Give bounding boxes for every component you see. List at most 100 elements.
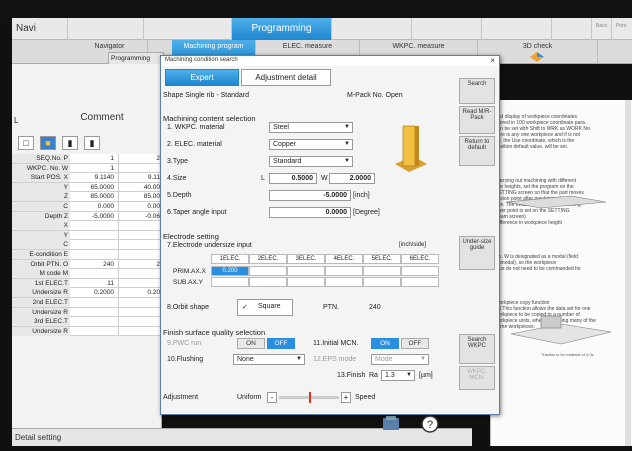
table-row[interactable]: M code M bbox=[12, 269, 162, 279]
row-value-2[interactable] bbox=[118, 230, 162, 240]
table-row[interactable]: Depth Z -5.0000 -0.06 bbox=[12, 211, 162, 222]
undersize-guide-button[interactable]: Under-size guide bbox=[459, 236, 495, 270]
row-value-2[interactable] bbox=[118, 269, 162, 279]
row-value-2[interactable]: 2 bbox=[118, 259, 162, 269]
search-wkpc-button[interactable]: Search WKPC bbox=[459, 334, 495, 364]
machine-icon[interactable] bbox=[380, 414, 402, 434]
tab-blank-2[interactable] bbox=[144, 18, 232, 40]
prim-undersize-cell[interactable] bbox=[325, 266, 363, 276]
table-row[interactable]: SEQ.No. P12 bbox=[12, 154, 162, 164]
orbit-shape-button[interactable]: ✓ Square bbox=[237, 299, 293, 316]
table-row[interactable]: C 0.000 0.00 bbox=[12, 202, 162, 212]
tab-blank-4[interactable] bbox=[412, 18, 482, 40]
return-to-default-button[interactable]: Return to default bbox=[459, 136, 495, 166]
table-row[interactable]: E-condition E bbox=[12, 250, 162, 260]
wkpc-material-select[interactable]: Steel ▼ bbox=[269, 122, 353, 133]
row-value-1[interactable]: 11 bbox=[72, 279, 116, 288]
sub-undersize-cell[interactable] bbox=[211, 277, 249, 287]
table-row[interactable]: Undersize R 0.2000 0.20 bbox=[12, 288, 162, 298]
adjust-minus-button[interactable]: - bbox=[267, 392, 277, 403]
tab-blank-1[interactable] bbox=[68, 18, 144, 40]
table-row[interactable]: 3rd ELEC.T bbox=[12, 317, 162, 327]
tab-programming[interactable]: Programming bbox=[232, 18, 332, 40]
sub-undersize-cell[interactable] bbox=[363, 277, 401, 287]
depth-field[interactable]: -5.0000 bbox=[269, 190, 351, 201]
row-value-2[interactable] bbox=[118, 317, 162, 327]
initial-off-toggle[interactable]: OFF bbox=[401, 338, 429, 349]
row-value-1[interactable]: 1 bbox=[72, 154, 116, 163]
tab-navi[interactable]: Navi bbox=[12, 18, 68, 40]
sub-undersize-cell[interactable] bbox=[325, 277, 363, 287]
sub-undersize-cell[interactable] bbox=[287, 277, 325, 287]
eps-mode-select[interactable]: Mode ▼ bbox=[371, 354, 429, 365]
row-value-1[interactable]: 0.000 bbox=[72, 202, 116, 211]
prim-undersize-cell[interactable] bbox=[401, 266, 439, 276]
row-value-2[interactable] bbox=[118, 307, 162, 317]
row-value-1[interactable]: 65.0000 bbox=[72, 183, 116, 192]
row-value-2[interactable] bbox=[118, 250, 162, 259]
read-mr-pack-button[interactable]: Read M/R-Pack bbox=[459, 106, 495, 134]
row-value-2[interactable] bbox=[118, 326, 162, 336]
row-value-2[interactable]: 85.00 bbox=[118, 192, 162, 202]
tab-blank-3[interactable] bbox=[332, 18, 412, 40]
row-value-2[interactable]: 9.11 bbox=[118, 173, 162, 183]
table-row[interactable]: Y 65.0000 40.00 bbox=[12, 182, 162, 193]
taper-field[interactable]: 0.0000 bbox=[269, 207, 351, 218]
ra-select[interactable]: 1.3 ▼ bbox=[381, 370, 415, 381]
row-value-2[interactable]: 40.00 bbox=[118, 182, 162, 192]
table-row[interactable]: Orbit PTN. O 240 2 bbox=[12, 259, 162, 270]
table-row[interactable]: C bbox=[12, 240, 162, 250]
row-value-1[interactable]: 85.0000 bbox=[72, 192, 116, 201]
flushing-select[interactable]: None ▼ bbox=[233, 354, 305, 365]
row-value-2[interactable]: 2 bbox=[118, 154, 162, 163]
size-w-field[interactable]: 2.0000 bbox=[329, 173, 375, 184]
help-icon[interactable]: ? bbox=[420, 414, 440, 434]
search-button[interactable]: Search bbox=[459, 78, 495, 104]
type-select[interactable]: Standard ▼ bbox=[269, 156, 353, 167]
row-value-2[interactable]: -0.06 bbox=[118, 211, 162, 221]
adjust-slider-thumb[interactable] bbox=[309, 392, 311, 403]
row-value-2[interactable] bbox=[118, 298, 162, 307]
table-row[interactable]: X bbox=[12, 221, 162, 231]
tab-adjustment-detail[interactable]: Adjustment detail bbox=[241, 69, 331, 86]
doc-scrollbar[interactable] bbox=[625, 100, 631, 446]
tab-expert[interactable]: Expert bbox=[165, 69, 239, 86]
prim-undersize-cell[interactable] bbox=[363, 266, 401, 276]
table-row[interactable]: 2nd ELEC.T bbox=[12, 298, 162, 308]
row-value-1[interactable]: 1 bbox=[72, 164, 116, 173]
close-icon[interactable]: × bbox=[490, 56, 495, 65]
size-l-field[interactable]: 0.5000 bbox=[269, 173, 317, 184]
tab-print[interactable]: Print bbox=[612, 18, 632, 40]
row-value-1[interactable]: -5.0000 bbox=[72, 212, 116, 221]
wkpc-mcn-button[interactable]: WKPC. MCN. bbox=[459, 366, 495, 390]
row-value-2[interactable] bbox=[118, 221, 162, 231]
sub-undersize-cell[interactable] bbox=[401, 277, 439, 287]
elec-material-select[interactable]: Copper ▼ bbox=[269, 139, 353, 150]
row-value-1[interactable]: 0.2000 bbox=[72, 288, 116, 297]
row-value-2[interactable]: 0.20 bbox=[118, 288, 162, 298]
row-value-2[interactable]: 0.00 bbox=[118, 202, 162, 211]
adjust-plus-button[interactable]: + bbox=[341, 392, 351, 403]
prim-undersize-cell[interactable] bbox=[249, 266, 287, 276]
table-row[interactable]: Z 85.0000 85.00 bbox=[12, 192, 162, 202]
initial-on-toggle[interactable]: ON bbox=[371, 338, 399, 349]
row-value-1[interactable]: 240 bbox=[72, 260, 116, 269]
row-value-2[interactable] bbox=[118, 240, 162, 250]
pwc-off-toggle[interactable]: OFF bbox=[267, 338, 295, 349]
row-value-2[interactable] bbox=[118, 163, 162, 173]
table-row[interactable]: Y bbox=[12, 230, 162, 241]
new-icon[interactable]: □ bbox=[18, 136, 34, 150]
prim-undersize-cell[interactable]: 0.200 bbox=[211, 266, 249, 276]
table-row[interactable]: Undersize R bbox=[12, 307, 162, 318]
tab-blank-5[interactable] bbox=[482, 18, 552, 40]
open-folder-icon[interactable]: ■ bbox=[40, 136, 56, 150]
table-row[interactable]: Start POS. X 9.1140 9.11 bbox=[12, 173, 162, 183]
row-value-2[interactable] bbox=[118, 278, 162, 288]
tab-blank-6[interactable] bbox=[552, 18, 592, 40]
sub-undersize-cell[interactable] bbox=[249, 277, 287, 287]
tab-back[interactable]: Back bbox=[592, 18, 612, 40]
table-row[interactable]: 1st ELEC.T 11 bbox=[12, 278, 162, 289]
save-icon[interactable]: ▮ bbox=[62, 136, 78, 150]
save-as-icon[interactable]: ▮ bbox=[84, 136, 100, 150]
prim-undersize-cell[interactable] bbox=[287, 266, 325, 276]
